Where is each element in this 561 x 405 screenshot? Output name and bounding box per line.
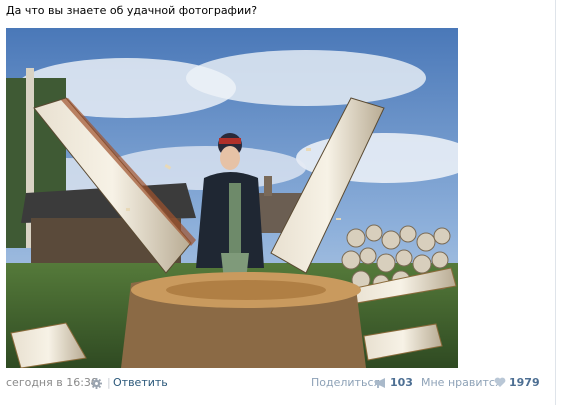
gear-icon[interactable]	[91, 376, 103, 390]
post-date-link[interactable]: сегодня в 16:30	[6, 376, 98, 390]
post-footer: сегодня в 16:30 | Ответить Поделиться 10…	[6, 376, 546, 390]
footer-separator: |	[107, 376, 111, 389]
photo-illustration	[6, 28, 458, 368]
reply-link[interactable]: Ответить	[113, 376, 168, 390]
like-button[interactable]: Мне нравится	[421, 376, 502, 390]
share-button[interactable]: Поделиться	[311, 376, 380, 390]
post-text: Да что вы знаете об удачной фотографии?	[6, 4, 258, 17]
share-count: 103	[390, 376, 413, 389]
heart-icon[interactable]	[494, 377, 506, 389]
post-photo[interactable]	[6, 28, 458, 368]
like-count: 1979	[509, 376, 540, 389]
megaphone-icon[interactable]	[374, 377, 388, 389]
column-divider	[555, 0, 556, 405]
